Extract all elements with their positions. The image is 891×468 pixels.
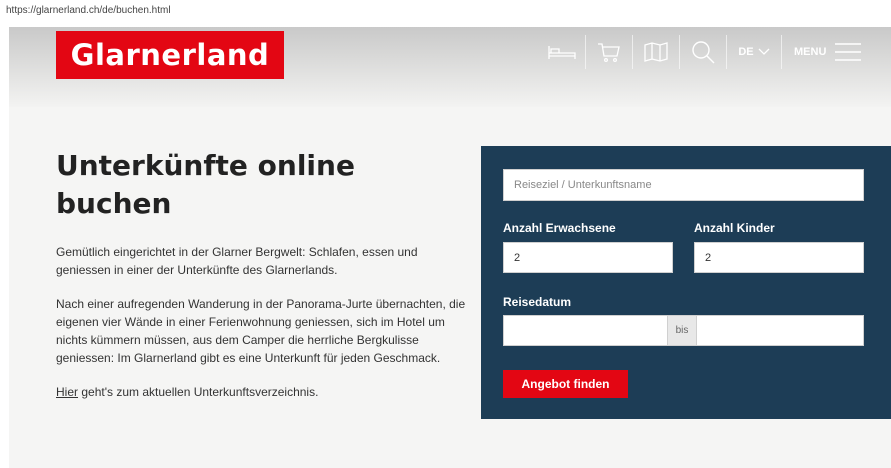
- page: Glarnerland DE MENU Unterkünfte online b…: [9, 27, 891, 468]
- header-toolbar: DE MENU: [539, 35, 862, 69]
- destination-input[interactable]: Reiseziel / Unterkunftsname: [503, 169, 864, 201]
- title-line-2: buchen: [56, 187, 172, 220]
- bed-icon[interactable]: [539, 35, 586, 69]
- language-selector[interactable]: DE: [727, 35, 782, 69]
- destination-placeholder: Reiseziel / Unterkunftsname: [514, 179, 652, 191]
- booking-search-panel: Reiseziel / Unterkunftsname Anzahl Erwac…: [481, 146, 891, 419]
- adults-label: Anzahl Erwachsene: [503, 221, 616, 235]
- directory-link-suffix: geht's zum aktuellen Unterkunftsverzeich…: [78, 385, 319, 399]
- language-label: DE: [738, 46, 754, 58]
- glarnerland-logo[interactable]: Glarnerland: [56, 31, 284, 79]
- travel-date-label: Reisedatum: [503, 295, 572, 309]
- browser-url-bar[interactable]: https://glarnerland.ch/de/buchen.html: [0, 0, 891, 22]
- hamburger-icon: [835, 43, 862, 61]
- chevron-down-icon: [758, 48, 770, 55]
- date-separator: bis: [667, 315, 697, 346]
- page-title: Unterkünfte online buchen: [56, 147, 466, 223]
- intro-section: Unterkünfte online buchen Gemütlich eing…: [56, 147, 466, 417]
- directory-link-paragraph: Hier geht's zum aktuellen Unterkunftsver…: [56, 383, 466, 401]
- find-offer-button[interactable]: Angebot finden: [503, 370, 628, 398]
- date-from-field[interactable]: [503, 315, 668, 346]
- adults-value: 2: [514, 251, 521, 264]
- title-line-1: Unterkünfte online: [56, 149, 355, 182]
- intro-paragraph-1: Gemütlich eingerichtet in der Glarner Be…: [56, 245, 418, 277]
- site-header: Glarnerland DE MENU: [9, 27, 891, 107]
- children-value: 2: [705, 251, 712, 264]
- adults-field[interactable]: 2: [503, 242, 673, 273]
- intro-paragraph-2: Nach einer aufregenden Wanderung in der …: [56, 297, 466, 365]
- search-icon[interactable]: [680, 35, 727, 69]
- children-label: Anzahl Kinder: [694, 221, 775, 235]
- menu-label: MENU: [794, 46, 827, 58]
- map-icon[interactable]: [633, 35, 680, 69]
- cart-icon[interactable]: [586, 35, 633, 69]
- menu-button[interactable]: MENU: [782, 35, 862, 69]
- directory-link[interactable]: Hier: [56, 385, 78, 399]
- date-to-field[interactable]: [696, 315, 864, 346]
- children-field[interactable]: 2: [694, 242, 864, 273]
